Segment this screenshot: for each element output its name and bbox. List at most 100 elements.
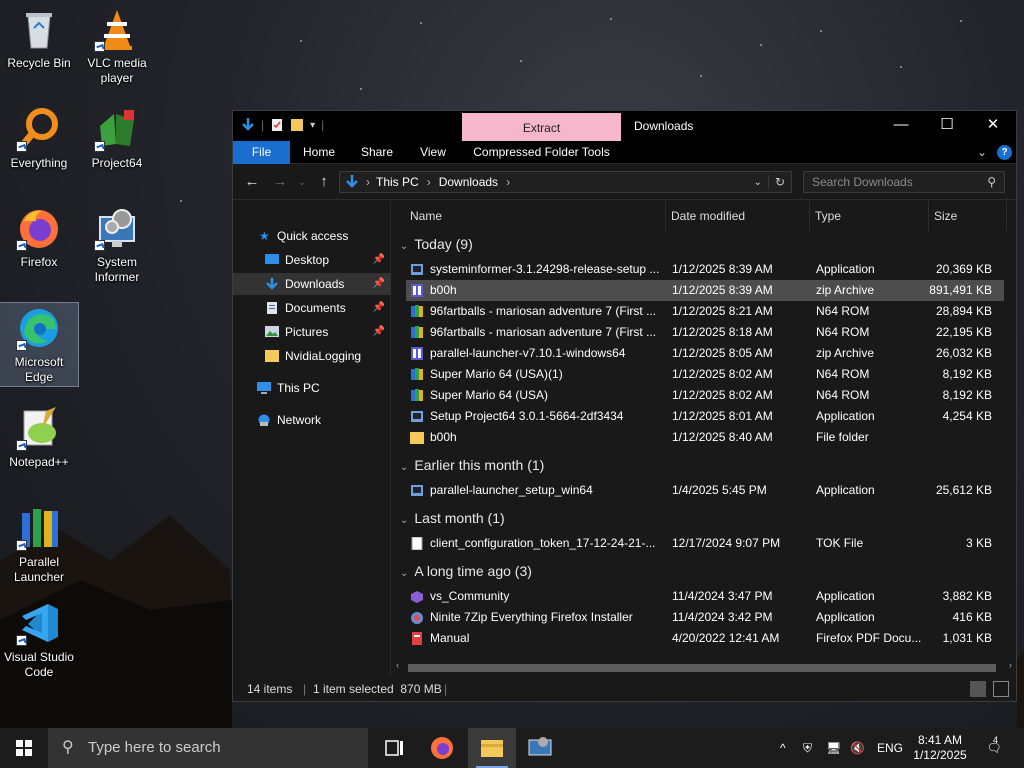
qat-dropdown-icon[interactable]: ▾ [310,120,315,131]
up-button[interactable]: ↑ [315,173,333,191]
forward-button[interactable]: → [271,173,289,191]
file-row[interactable]: parallel-launcher_setup_win64 1/4/2025 5:… [406,480,1004,501]
file-row[interactable]: Ninite 7Zip Everything Firefox Installer… [406,607,1004,628]
refresh-icon[interactable]: ↻ [767,175,791,189]
file-row[interactable]: systeminformer-3.1.24298-release-setup .… [406,259,1004,280]
minimize-button[interactable]: — [878,111,924,141]
breadcrumb-downloads[interactable]: Downloads [439,175,498,189]
taskbar-search-input[interactable]: ⚲ Type here to search [48,728,368,768]
column-divider[interactable] [809,201,810,231]
column-size[interactable]: Size [934,201,957,231]
new-folder-icon[interactable] [290,117,304,133]
breadcrumb-this-pc[interactable]: This PC [376,175,419,189]
file-row[interactable]: b00h 1/12/2025 8:40 AM File folder [406,427,1004,448]
horizontal-scrollbar[interactable]: ‹ › [392,660,1016,675]
address-field[interactable]: › This PC › Downloads › ⌄ ↻ [339,171,792,193]
tab-home[interactable]: Home [295,141,343,164]
show-hidden-icons-button[interactable]: ^ [780,728,786,768]
file-type: Application [816,483,875,497]
desktop-icon-project64[interactable]: Project64 [78,106,156,171]
taskbar-file-explorer[interactable] [468,728,516,768]
column-name[interactable]: Name [410,201,442,231]
back-button[interactable]: ← [243,173,261,191]
volume-muted-icon[interactable]: 🔇 [850,728,865,768]
desktop-icon-parallel-launcher[interactable]: Parallel Launcher [0,505,78,585]
close-button[interactable]: ✕ [970,111,1016,141]
column-date-modified[interactable]: Date modified [671,201,745,231]
desktop-icon-everything[interactable]: Everything [0,106,78,171]
task-view-button[interactable] [370,728,418,768]
file-name: 96fartballs - mariosan adventure 7 (Firs… [430,304,657,318]
search-input[interactable]: Search Downloads ⚲ [803,171,1005,193]
file-date: 1/12/2025 8:01 AM [672,409,773,423]
properties-icon[interactable] [270,117,284,133]
group-header[interactable]: ⌄ Today (9) [400,233,473,255]
address-dropdown-icon[interactable]: ⌄ [748,177,768,188]
file-name: Super Mario 64 (USA) [430,388,549,402]
nav-downloads[interactable]: Downloads 📌 [233,273,391,295]
desktop-icon-system-informer[interactable]: System Informer [78,205,156,285]
group-header[interactable]: ⌄ Last month (1) [400,507,505,529]
file-row[interactable]: Super Mario 64 (USA) 1/12/2025 8:02 AM N64… [406,385,1004,406]
nav-network[interactable]: Network [233,409,391,431]
network-tray-icon[interactable]: 🖥 [826,728,841,768]
defender-tray-icon[interactable]: ⛨ [803,728,812,768]
column-type[interactable]: Type [815,201,841,231]
tab-compressed-folder-tools[interactable]: Compressed Folder Tools [462,141,621,164]
scrollbar-thumb[interactable] [408,664,996,672]
file-name: Manual [430,631,470,645]
nav-quick-access[interactable]: ★ Quick access [233,225,391,247]
desktop-icon-vscode[interactable]: Visual Studio Code [0,600,78,680]
desktop-icon-recycle-bin[interactable]: Recycle Bin [0,6,78,71]
desktop-icon-vlc[interactable]: VLC media player [78,6,156,86]
ribbon-expand-icon[interactable]: ⌄ [973,141,991,164]
clock[interactable]: 8:41 AM 1/12/2025 [910,728,970,768]
file-type: zip Archive [816,283,875,297]
desktop-icon-firefox[interactable]: Firefox [0,205,78,270]
file-row[interactable]: Setup Project64 3.0.1-5664-2df3434 1/12/2… [406,406,1004,427]
file-size: 25,612 KB [935,483,992,497]
file-row[interactable]: Manual 4/20/2022 12:41 AM Firefox PDF Docu… [406,628,1004,649]
nav-nvidialogging[interactable]: NvidiaLogging [233,345,391,367]
file-row[interactable]: b00h 1/12/2025 8:39 AM zip Archive 891,491 … [406,280,1004,301]
file-date: 1/12/2025 8:02 AM [672,388,773,402]
tab-share[interactable]: Share [353,141,401,164]
tab-extract[interactable]: Extract [462,113,621,141]
nav-documents[interactable]: Documents 📌 [233,297,391,319]
tab-view[interactable]: View [409,141,457,164]
nav-this-pc[interactable]: This PC [233,377,391,399]
group-header[interactable]: ⌄ Earlier this month (1) [400,454,544,476]
taskbar-system-informer[interactable] [516,728,564,768]
recent-locations-icon[interactable]: ⌄ [293,173,311,191]
start-button[interactable] [0,728,48,768]
taskbar-firefox[interactable] [418,728,466,768]
file-row[interactable]: 96fartballs - mariosan adventure 7 (Firs… [406,301,1004,322]
group-title: Last month (1) [414,510,505,526]
scroll-right-icon[interactable]: › [1009,660,1012,670]
nav-label: Quick access [277,229,349,243]
download-arrow-icon[interactable] [241,117,255,133]
maximize-button[interactable]: ☐ [924,111,970,141]
desktop-icon-notepad-plus-plus[interactable]: Notepad++ [0,405,78,470]
details-view-icon[interactable] [970,681,986,697]
column-divider[interactable] [665,201,666,231]
group-header[interactable]: ⌄ A long time ago (3) [400,560,532,582]
language-indicator[interactable]: ENG [877,728,903,768]
file-row[interactable]: Super Mario 64 (USA)(1) 1/12/2025 8:02 AM… [406,364,1004,385]
file-row[interactable]: parallel-launcher-v7.10.1-windows64 1/12/… [406,343,1004,364]
help-icon[interactable]: ? [997,145,1012,160]
file-row[interactable]: vs_Community 11/4/2024 3:47 PM Application… [406,586,1004,607]
column-divider[interactable] [928,201,929,231]
notification-center-button[interactable]: 🗨 4 [984,728,1004,768]
tab-file[interactable]: File [233,141,290,164]
nav-pictures[interactable]: Pictures 📌 [233,321,391,343]
vscode-icon [16,600,62,646]
file-row[interactable]: client_configuration_token_17-12-24-21-.… [406,533,1004,554]
title-bar[interactable]: | ▾ | Extract Downloads — ☐ ✕ [233,111,1016,141]
column-divider[interactable] [1006,201,1007,231]
scroll-left-icon[interactable]: ‹ [396,660,399,670]
file-row[interactable]: 96fartballs - mariosan adventure 7 (Firs… [406,322,1004,343]
large-icons-view-icon[interactable] [993,681,1009,697]
desktop-icon-edge[interactable]: Microsoft Edge [0,302,79,387]
nav-desktop[interactable]: Desktop 📌 [233,249,391,271]
